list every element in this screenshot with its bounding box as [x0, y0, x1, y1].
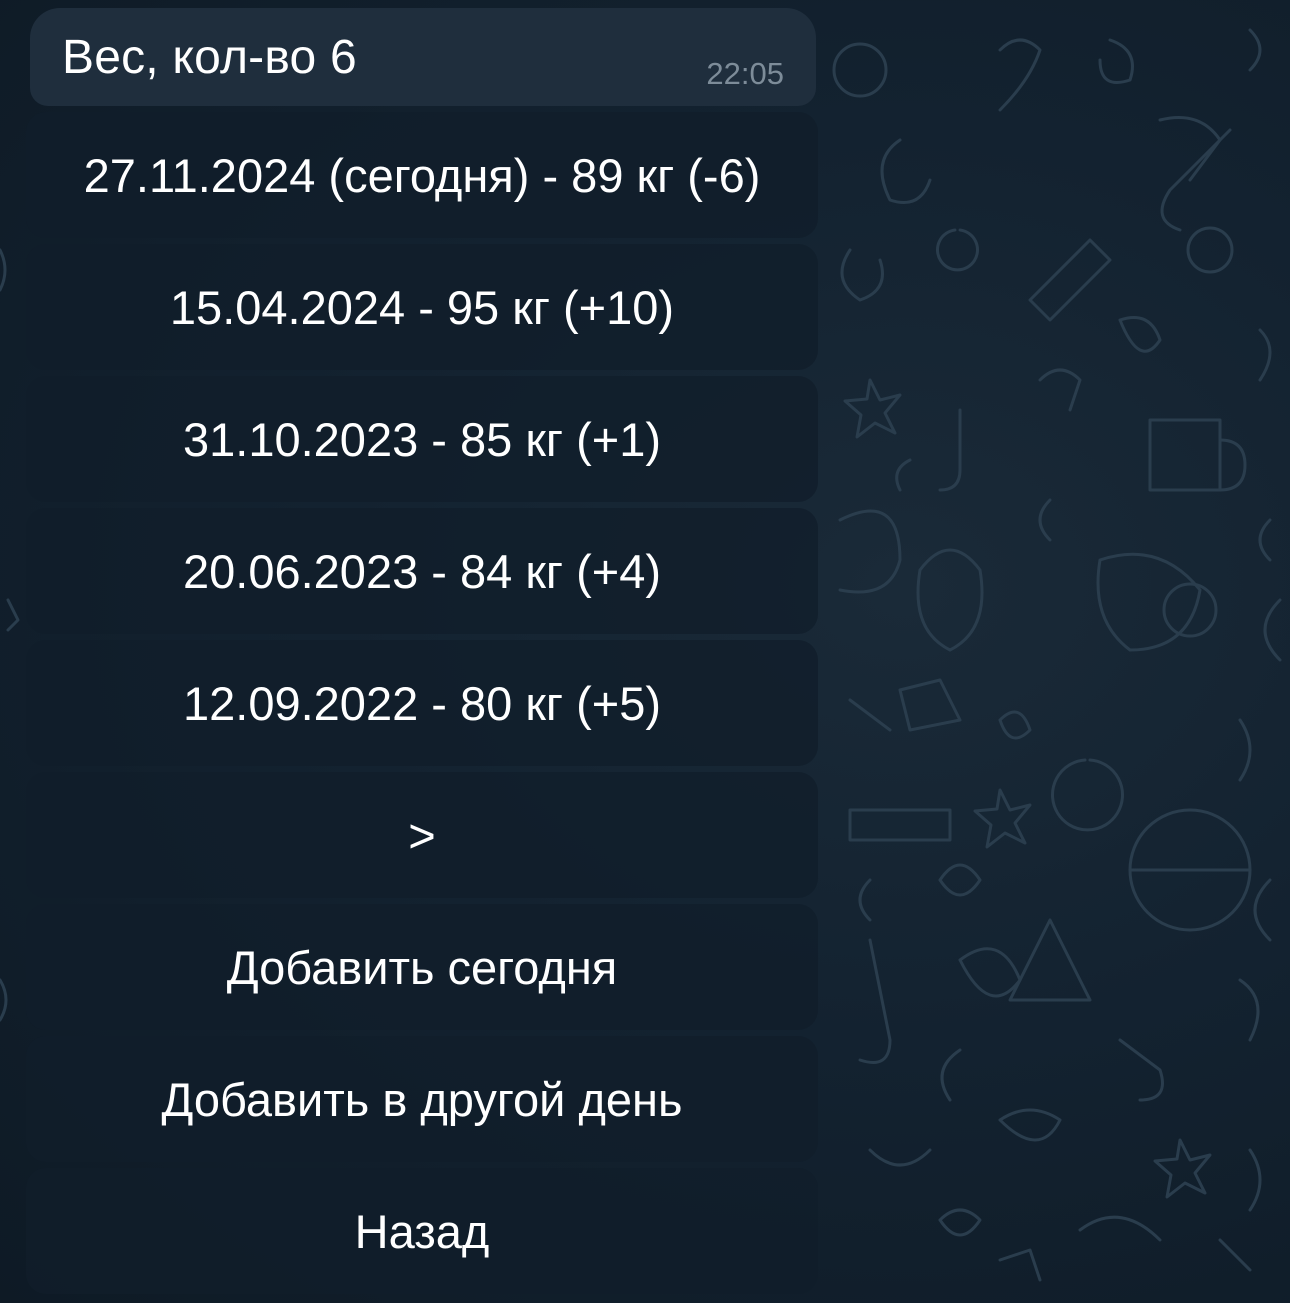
button-label: 15.04.2024 - 95 кг (+10): [169, 280, 675, 334]
chevron-right-icon: >: [408, 808, 436, 862]
weight-entry-button-3[interactable]: 31.10.2023 - 85 кг (+1): [26, 376, 818, 502]
button-label: Назад: [354, 1204, 490, 1258]
back-button[interactable]: Назад: [26, 1168, 818, 1294]
message-text: Вес, кол-во 6: [62, 31, 357, 84]
button-label: 27.11.2024 (сегодня) - 89 кг (-6): [83, 148, 761, 202]
button-label: Добавить сегодня: [226, 940, 618, 994]
button-label: 20.06.2023 - 84 кг (+4): [183, 544, 661, 598]
button-label: 31.10.2023 - 85 кг (+1): [183, 412, 661, 466]
inline-keyboard: 27.11.2024 (сегодня) - 89 кг (-6) 15.04.…: [26, 112, 818, 1294]
weight-entry-button-2[interactable]: 15.04.2024 - 95 кг (+10): [26, 244, 818, 370]
weight-entry-button-1[interactable]: 27.11.2024 (сегодня) - 89 кг (-6): [26, 112, 818, 238]
message-bubble: Вес, кол-во 6 22:05: [30, 8, 816, 106]
message-timestamp: 22:05: [706, 56, 784, 91]
add-other-day-button[interactable]: Добавить в другой день: [26, 1036, 818, 1162]
button-label: Добавить в другой день: [161, 1072, 683, 1126]
weight-entry-button-4[interactable]: 20.06.2023 - 84 кг (+4): [26, 508, 818, 634]
add-today-button[interactable]: Добавить сегодня: [26, 904, 818, 1030]
weight-entry-button-5[interactable]: 12.09.2022 - 80 кг (+5): [26, 640, 818, 766]
next-page-button[interactable]: >: [26, 772, 818, 898]
button-label: 12.09.2022 - 80 кг (+5): [183, 676, 661, 730]
